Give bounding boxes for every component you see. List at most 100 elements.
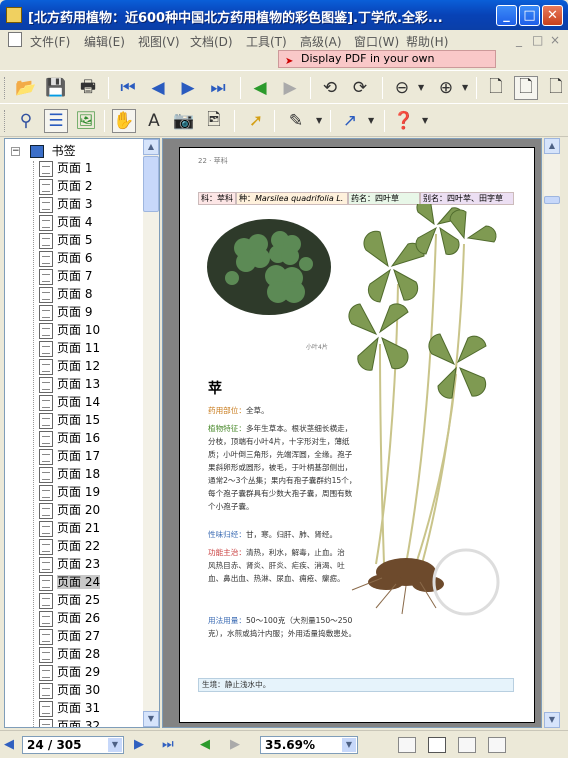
- bookmarks-scrollbar[interactable]: ▲ ▼: [143, 139, 159, 727]
- open-folder-icon[interactable]: 📂: [14, 76, 38, 100]
- collapse-icon[interactable]: −: [11, 147, 20, 156]
- toolbar-grip[interactable]: [4, 110, 7, 132]
- last-page-status-icon[interactable]: ⏭: [162, 737, 174, 752]
- bookmark-item[interactable]: 页面 17: [39, 447, 100, 465]
- bookmark-item[interactable]: 页面 11: [39, 339, 100, 357]
- help-icon[interactable]: ❓: [392, 109, 416, 133]
- forward-icon[interactable]: ▶: [278, 76, 302, 100]
- bookmark-item[interactable]: 页面 14: [39, 393, 100, 411]
- back-status-icon[interactable]: ◀: [200, 737, 210, 752]
- menu-window[interactable]: 窗口(W): [354, 33, 399, 50]
- bookmark-item[interactable]: 页面 2: [39, 177, 92, 195]
- bookmark-item[interactable]: 页面 5: [39, 231, 92, 249]
- menu-view[interactable]: 视图(V): [138, 33, 180, 50]
- image-select-icon[interactable]: 🖻: [202, 109, 226, 133]
- bookmark-item[interactable]: 页面 1: [39, 159, 92, 177]
- bookmark-item[interactable]: 页面 7: [39, 267, 92, 285]
- back-icon[interactable]: ◀: [248, 76, 272, 100]
- zoom-out-dropdown-icon[interactable]: ▼: [418, 83, 424, 92]
- page-dropdown-icon[interactable]: ▼: [108, 738, 122, 752]
- first-page-status-icon[interactable]: ◀: [4, 737, 14, 752]
- menu-help[interactable]: 帮助(H): [406, 33, 448, 50]
- hand-tool-icon[interactable]: ✋: [112, 109, 136, 133]
- annotation-dropdown-icon[interactable]: ▼: [316, 116, 322, 125]
- facing-view-icon[interactable]: [458, 737, 476, 753]
- menu-tools[interactable]: 工具(T): [246, 33, 287, 50]
- menu-document[interactable]: 文档(D): [190, 33, 233, 50]
- menu-edit[interactable]: 编辑(E): [84, 33, 125, 50]
- continuous-view-icon[interactable]: [428, 737, 446, 753]
- annotation-tool-icon[interactable]: ✎: [284, 109, 308, 133]
- fit-width-icon[interactable]: 🗋: [544, 76, 568, 100]
- first-page-icon[interactable]: ⏮: [116, 76, 140, 100]
- bookmark-item[interactable]: 页面 19: [39, 483, 100, 501]
- zoom-out-icon[interactable]: ⊖: [390, 76, 414, 100]
- bookmark-item[interactable]: 页面 27: [39, 627, 100, 645]
- bookmark-item[interactable]: 页面 12: [39, 357, 100, 375]
- bookmark-item[interactable]: 页面 28: [39, 645, 100, 663]
- document-view[interactable]: 22 · 苹科 科：苹科 种：Marsilea quadrifolia L. 药…: [162, 138, 542, 728]
- print-icon[interactable]: 🖶: [76, 76, 100, 100]
- thumbnails-panel-icon[interactable]: 🖼: [74, 109, 98, 133]
- bookmark-item[interactable]: 页面 6: [39, 249, 92, 267]
- bookmark-item[interactable]: 页面 30: [39, 681, 100, 699]
- document-scrollbar[interactable]: ▲ ▼: [544, 138, 560, 728]
- bookmark-item[interactable]: 页面 18: [39, 465, 100, 483]
- bookmark-item[interactable]: 页面 22: [39, 537, 100, 555]
- arrow-dropdown-icon[interactable]: ▼: [368, 116, 374, 125]
- rotate-left-icon[interactable]: ⟲: [318, 76, 342, 100]
- bookmark-item[interactable]: 页面 15: [39, 411, 100, 429]
- actual-size-icon[interactable]: 🗋: [484, 76, 508, 100]
- bookmark-item[interactable]: 页面 25: [39, 591, 100, 609]
- mdi-restore-button[interactable]: □: [532, 33, 543, 47]
- previous-page-icon[interactable]: ◀: [146, 76, 170, 100]
- single-page-view-icon[interactable]: [398, 737, 416, 753]
- last-page-icon[interactable]: ⏭: [206, 76, 230, 100]
- maximize-button[interactable]: □: [519, 5, 540, 26]
- help-dropdown-icon[interactable]: ▼: [422, 116, 428, 125]
- bookmark-item[interactable]: 页面 4: [39, 213, 92, 231]
- rotate-right-icon[interactable]: ⟳: [348, 76, 372, 100]
- minimize-button[interactable]: _: [496, 5, 517, 26]
- toolbar-grip[interactable]: [4, 77, 7, 99]
- zoom-in-icon[interactable]: ⊕: [434, 76, 458, 100]
- next-page-icon[interactable]: ▶: [176, 76, 200, 100]
- ad-banner[interactable]: ➤ Display PDF in your own applications: [278, 50, 496, 81]
- scroll-thumb[interactable]: [143, 156, 159, 212]
- find-binoculars-icon[interactable]: ⚲: [14, 109, 38, 133]
- bookmark-item[interactable]: 页面 32: [39, 717, 100, 727]
- save-icon[interactable]: 💾: [44, 76, 68, 100]
- next-page-status-icon[interactable]: ▶: [134, 737, 144, 752]
- scroll-up-icon[interactable]: ▲: [143, 139, 159, 155]
- fit-page-icon[interactable]: 🗋: [514, 76, 538, 100]
- scroll-down-icon[interactable]: ▼: [143, 711, 159, 727]
- mdi-close-button[interactable]: ×: [550, 33, 560, 47]
- continuous-facing-view-icon[interactable]: [488, 737, 506, 753]
- page-number-field[interactable]: 24 / 305 ▼: [22, 736, 124, 754]
- scroll-thumb[interactable]: [544, 196, 560, 204]
- close-button[interactable]: ✕: [542, 5, 563, 26]
- arrow-tool-icon[interactable]: ↗: [338, 109, 362, 133]
- bookmark-item[interactable]: 页面 20: [39, 501, 100, 519]
- bookmark-item[interactable]: 页面 26: [39, 609, 100, 627]
- zoom-dropdown-icon[interactable]: ▼: [342, 738, 356, 752]
- menu-advanced[interactable]: 高级(A): [300, 33, 342, 50]
- bookmark-item[interactable]: 页面 8: [39, 285, 92, 303]
- bookmark-item[interactable]: 页面 24: [39, 573, 101, 591]
- bookmark-item[interactable]: 页面 13: [39, 375, 100, 393]
- bookmark-item[interactable]: 页面 10: [39, 321, 100, 339]
- bookmarks-panel-icon[interactable]: ☰: [44, 109, 68, 133]
- bookmark-item[interactable]: 页面 31: [39, 699, 100, 717]
- mdi-minimize-button[interactable]: _: [516, 33, 522, 47]
- bookmark-item[interactable]: 页面 29: [39, 663, 100, 681]
- snapshot-camera-icon[interactable]: 📷: [172, 109, 196, 133]
- scroll-up-icon[interactable]: ▲: [544, 138, 560, 154]
- bookmark-item[interactable]: 页面 23: [39, 555, 100, 573]
- zoom-field[interactable]: 35.69% ▼: [260, 736, 358, 754]
- text-select-icon[interactable]: A: [142, 109, 166, 133]
- bookmark-item[interactable]: 页面 21: [39, 519, 100, 537]
- menu-file[interactable]: 文件(F): [30, 33, 70, 50]
- bookmarks-root[interactable]: − 书签: [11, 142, 76, 158]
- bookmark-item[interactable]: 页面 3: [39, 195, 92, 213]
- scroll-down-icon[interactable]: ▼: [544, 712, 560, 728]
